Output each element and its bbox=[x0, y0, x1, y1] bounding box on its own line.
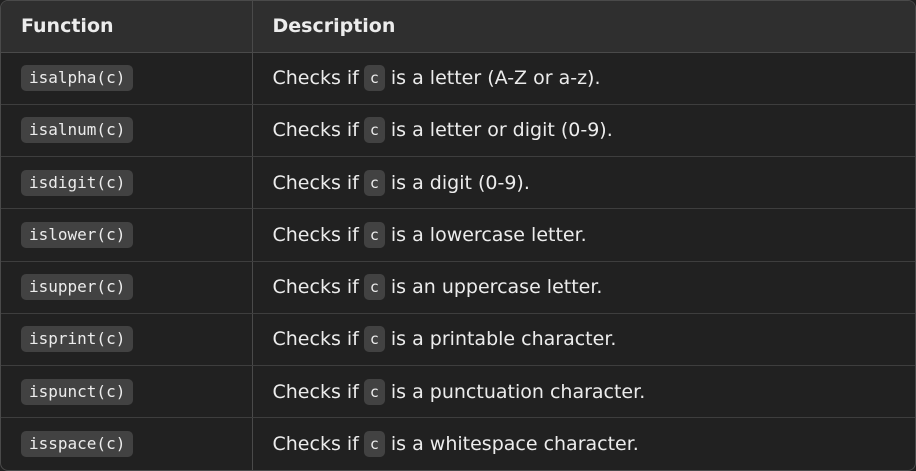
function-code: isupper(c) bbox=[21, 274, 134, 301]
description-code: c bbox=[363, 65, 385, 92]
function-cell: ispunct(c) bbox=[1, 365, 253, 419]
table-row: isalnum(c) Checks if c is a letter or digi… bbox=[1, 104, 915, 158]
description-cell: Checks if c is a punctuation character. bbox=[252, 365, 915, 419]
description-cell: Checks if c is a whitespace character. bbox=[252, 418, 915, 470]
function-code: ispunct(c) bbox=[21, 378, 134, 405]
description-suffix: is an uppercase letter. bbox=[390, 276, 603, 299]
table-row: isdigit(c) Checks if c is a digit (0-9). bbox=[1, 156, 915, 210]
description-prefix: Checks if bbox=[272, 380, 359, 403]
description-code: c bbox=[363, 169, 385, 196]
description-cell: Checks if c is a letter (A-Z or a-z). bbox=[252, 52, 915, 105]
description-code: c bbox=[363, 221, 385, 248]
function-cell: isspace(c) bbox=[1, 417, 253, 470]
function-cell: isdigit(c) bbox=[1, 156, 253, 210]
function-cell: isalnum(c) bbox=[1, 104, 253, 158]
function-cell: islower(c) bbox=[1, 208, 253, 262]
description-suffix: is a punctuation character. bbox=[390, 380, 646, 403]
description-cell: Checks if c is a lowercase letter. bbox=[252, 208, 915, 262]
function-code: isdigit(c) bbox=[21, 169, 134, 196]
description-code: c bbox=[363, 326, 385, 353]
description-suffix: is a whitespace character. bbox=[390, 433, 639, 456]
header-row: Function Description bbox=[1, 1, 915, 53]
description-prefix: Checks if bbox=[272, 276, 359, 299]
function-table: Function Description isalpha(c) Checks i… bbox=[1, 1, 915, 470]
function-code: islower(c) bbox=[21, 221, 134, 248]
table-row: isalpha(c) Checks if c is a letter (A-Z or… bbox=[1, 52, 915, 105]
description-prefix: Checks if bbox=[272, 171, 359, 194]
description-code: c bbox=[363, 378, 385, 405]
description-suffix: is a lowercase letter. bbox=[390, 223, 587, 246]
header-description: Description bbox=[252, 1, 915, 53]
table-row: isspace(c) Checks if c is a whitespace cha… bbox=[1, 417, 915, 470]
table-header: Function Description bbox=[1, 1, 915, 53]
function-table-container: Function Description isalpha(c) Checks i… bbox=[0, 0, 916, 471]
description-prefix: Checks if bbox=[272, 433, 359, 456]
description-prefix: Checks if bbox=[272, 67, 359, 90]
table-row: islower(c) Checks if c is a lowercase lett… bbox=[1, 208, 915, 262]
table-row: isprint(c) Checks if c is a printable char… bbox=[1, 313, 915, 367]
function-code: isalnum(c) bbox=[21, 117, 134, 144]
function-code: isprint(c) bbox=[21, 326, 134, 353]
description-cell: Checks if c is a printable character. bbox=[252, 313, 915, 367]
description-suffix: is a letter or digit (0-9). bbox=[390, 119, 613, 142]
table-row: ispunct(c) Checks if c is a punctuation ch… bbox=[1, 365, 915, 419]
function-cell: isalpha(c) bbox=[1, 52, 253, 105]
description-code: c bbox=[363, 274, 385, 301]
description-code: c bbox=[363, 431, 385, 458]
description-suffix: is a letter (A-Z or a-z). bbox=[390, 67, 601, 90]
description-code: c bbox=[363, 117, 385, 144]
table-row: isupper(c) Checks if c is an uppercase let… bbox=[1, 261, 915, 314]
description-prefix: Checks if bbox=[272, 223, 359, 246]
function-code: isspace(c) bbox=[21, 431, 134, 458]
header-function: Function bbox=[1, 1, 253, 53]
function-cell: isprint(c) bbox=[1, 313, 253, 367]
description-suffix: is a digit (0-9). bbox=[390, 171, 530, 194]
description-cell: Checks if c is an uppercase letter. bbox=[252, 261, 915, 314]
description-prefix: Checks if bbox=[272, 328, 359, 351]
description-prefix: Checks if bbox=[272, 119, 359, 142]
description-suffix: is a printable character. bbox=[390, 328, 617, 351]
table-body: isalpha(c) Checks if c is a letter (A-Z or… bbox=[1, 52, 915, 470]
description-cell: Checks if c is a letter or digit (0-9). bbox=[252, 104, 915, 158]
function-cell: isupper(c) bbox=[1, 261, 253, 314]
description-cell: Checks if c is a digit (0-9). bbox=[252, 156, 915, 210]
function-code: isalpha(c) bbox=[21, 65, 134, 92]
